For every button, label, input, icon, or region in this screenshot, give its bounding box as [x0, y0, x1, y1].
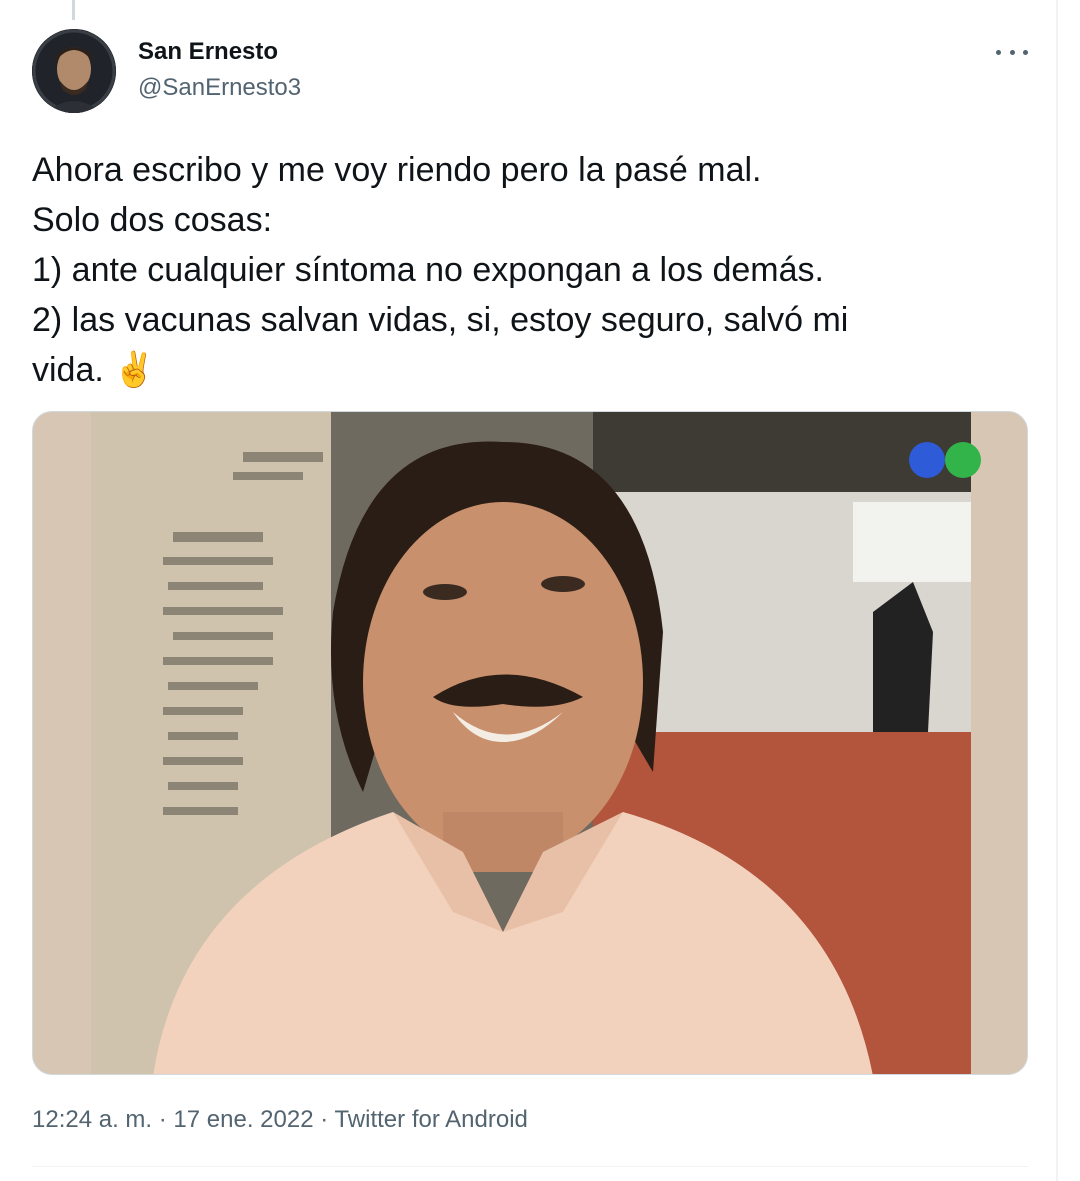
tweet-text-line: vida. ✌️	[32, 351, 156, 389]
tweet-text-line: Solo dos cosas:	[32, 201, 273, 239]
meta-separator: ·	[320, 1106, 329, 1133]
tweet-card: San Ernesto @SanErnesto3 Ahora escribo y…	[0, 0, 1080, 1181]
avatar-photo	[32, 29, 116, 113]
avatar[interactable]	[32, 29, 116, 113]
tweet-text: Ahora escribo y me voy riendo pero la pa…	[32, 145, 1032, 395]
tweet-media-image[interactable]	[32, 411, 1028, 1075]
tweet-time[interactable]: 12:24 a. m.	[32, 1106, 152, 1133]
author-name[interactable]: San Ernesto	[138, 38, 278, 66]
divider	[32, 1166, 1028, 1167]
tweet-metadata: 12:24 a. m. · 17 ene. 2022 · Twitter for…	[32, 1106, 528, 1134]
author-handle[interactable]: @SanErnesto3	[138, 74, 301, 102]
tweet-date[interactable]: 17 ene. 2022	[173, 1106, 313, 1133]
tweet-text-line: Ahora escribo y me voy riendo pero la pa…	[32, 151, 762, 189]
tweet-source[interactable]: Twitter for Android	[334, 1106, 527, 1133]
tweet-text-line: 1) ante cualquier síntoma no expongan a …	[32, 251, 824, 289]
more-horizontal-icon[interactable]	[996, 38, 1028, 66]
media-photo	[33, 412, 1027, 1074]
tweet-text-line: 2) las vacunas salvan vidas, si, estoy s…	[32, 301, 849, 339]
meta-separator: ·	[158, 1106, 167, 1133]
timeline-border	[1056, 0, 1058, 1181]
thread-line	[72, 0, 75, 20]
